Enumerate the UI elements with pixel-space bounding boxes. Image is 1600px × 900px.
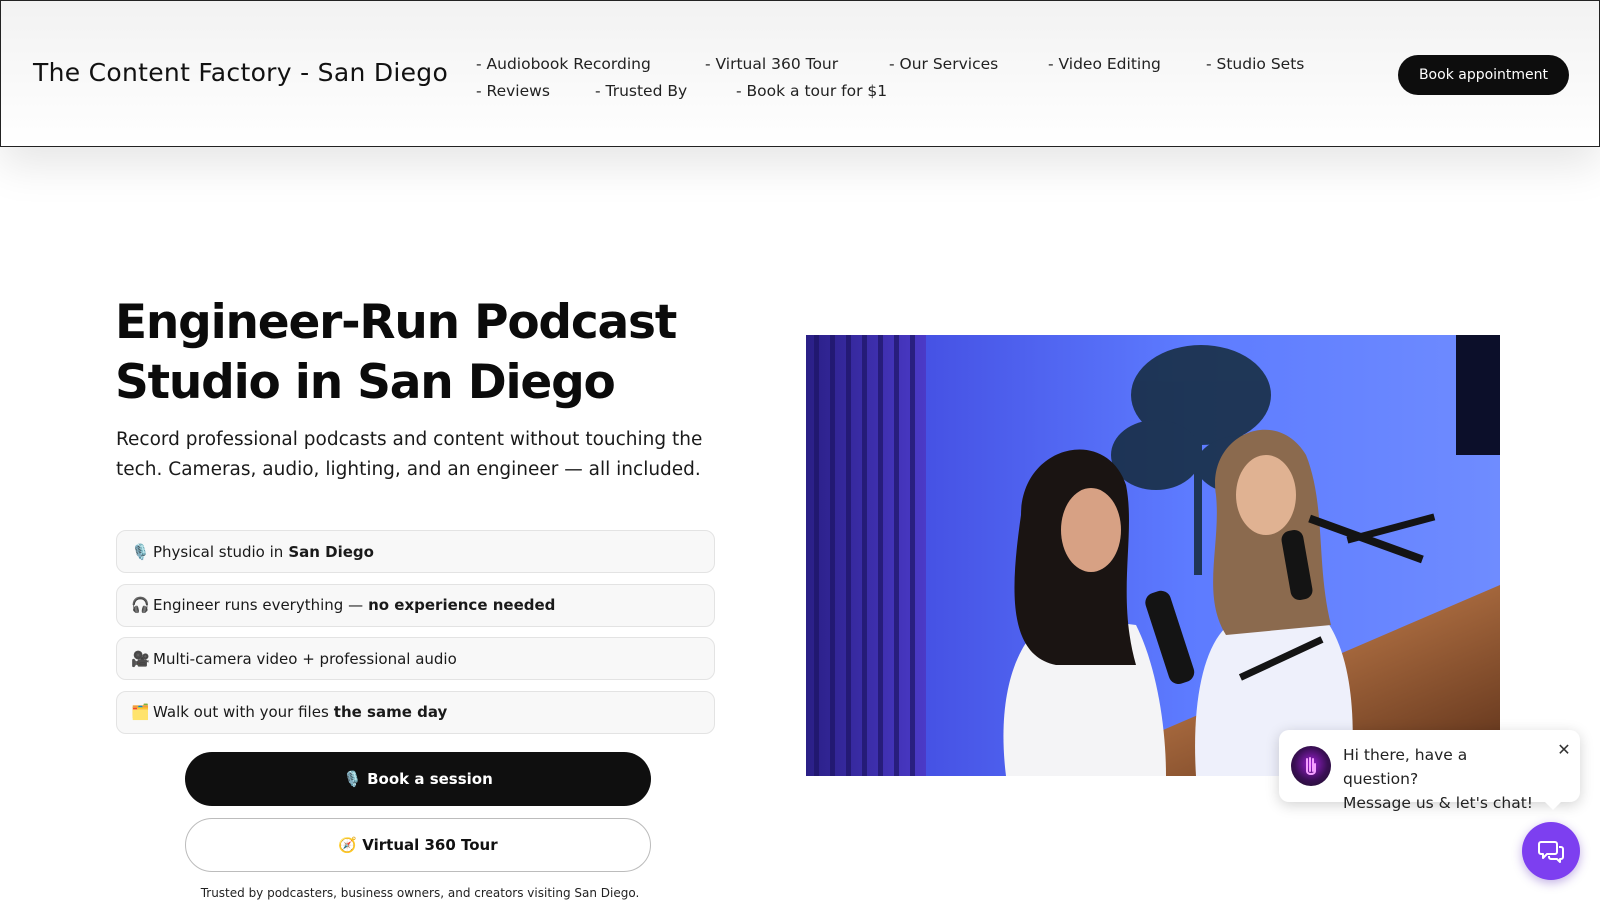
hero-title-line-2: Studio in San Diego <box>115 355 616 410</box>
brand-hand-icon <box>1306 757 1316 775</box>
nav-audiobook-recording[interactable]: - Audiobook Recording <box>476 55 705 73</box>
studio-photo <box>806 335 1500 776</box>
hero-title: Engineer-Run Podcast Studio in San Diego <box>115 293 755 413</box>
hero-subtitle: Record professional podcasts and content… <box>116 429 703 480</box>
site-header: The Content Factory - San Diego - Audiob… <box>0 0 1600 147</box>
feature-highlight: San Diego <box>288 542 374 561</box>
headphones-icon: 🎧 <box>131 596 150 614</box>
feature-item: 🎧 Engineer runs everything — no experien… <box>116 583 715 627</box>
main-nav: - Audiobook Recording - Virtual 360 Tour… <box>476 50 1336 104</box>
nav-our-services[interactable]: - Our Services <box>889 55 1048 73</box>
chat-avatar <box>1291 746 1331 786</box>
studio-photo-illustration <box>806 335 1500 776</box>
trusted-by-text: Trusted by podcasters, business owners, … <box>200 886 640 900</box>
nav-row-1: - Audiobook Recording - Virtual 360 Tour… <box>476 50 1336 77</box>
feature-item: 🎥 Multi-camera video + professional audi… <box>116 637 715 680</box>
chat-greeting-text: Hi there, have a question? Message us & … <box>1343 743 1543 815</box>
chat-launcher-button[interactable] <box>1522 822 1580 880</box>
feature-text: Walk out with your files <box>153 703 329 721</box>
hero-title-line-1: Engineer-Run Podcast <box>115 295 677 350</box>
folder-icon: 🗂️ <box>131 703 150 721</box>
feature-text: Multi-camera video + professional audio <box>153 649 457 668</box>
chat-greeting-popup[interactable]: Hi there, have a question? Message us & … <box>1279 730 1580 812</box>
chat-line-1: Hi there, have a question? <box>1343 746 1468 788</box>
nav-book-a-tour[interactable]: - Book a tour for $1 <box>736 82 887 100</box>
nav-reviews[interactable]: - Reviews <box>476 82 595 100</box>
chat-line-2: Message us & let's chat! <box>1343 794 1534 812</box>
feature-item: 🗂️ Walk out with your files the same day <box>116 690 715 734</box>
feature-highlight: the same day <box>333 703 448 721</box>
video-camera-icon: 🎥 <box>131 649 150 668</box>
nav-row-2: - Reviews - Trusted By - Book a tour for… <box>476 77 1336 104</box>
nav-virtual-360-tour[interactable]: - Virtual 360 Tour <box>705 55 889 73</box>
virtual-tour-button[interactable]: 🧭 Virtual 360 Tour <box>185 818 651 872</box>
nav-studio-sets[interactable]: - Studio Sets <box>1206 55 1304 73</box>
nav-trusted-by[interactable]: - Trusted By <box>595 82 736 100</box>
microphone-icon: 🎙️ <box>131 542 150 561</box>
feature-text: Physical studio in <box>153 542 284 561</box>
nav-video-editing[interactable]: - Video Editing <box>1048 55 1206 73</box>
feature-text: Engineer runs everything — <box>153 596 364 614</box>
feature-item: 🎙️ Physical studio in San Diego <box>116 530 715 573</box>
feature-list: 🎙️ Physical studio in San Diego 🎧 Engine… <box>116 530 715 744</box>
feature-highlight: no experience needed <box>368 596 556 614</box>
close-icon[interactable]: ✕ <box>1556 742 1572 758</box>
chat-bubbles-icon <box>1538 841 1564 863</box>
book-session-button[interactable]: 🎙️ Book a session <box>185 752 651 806</box>
brand-name[interactable]: The Content Factory - San Diego <box>33 58 448 87</box>
book-appointment-button[interactable]: Book appointment <box>1398 55 1569 95</box>
